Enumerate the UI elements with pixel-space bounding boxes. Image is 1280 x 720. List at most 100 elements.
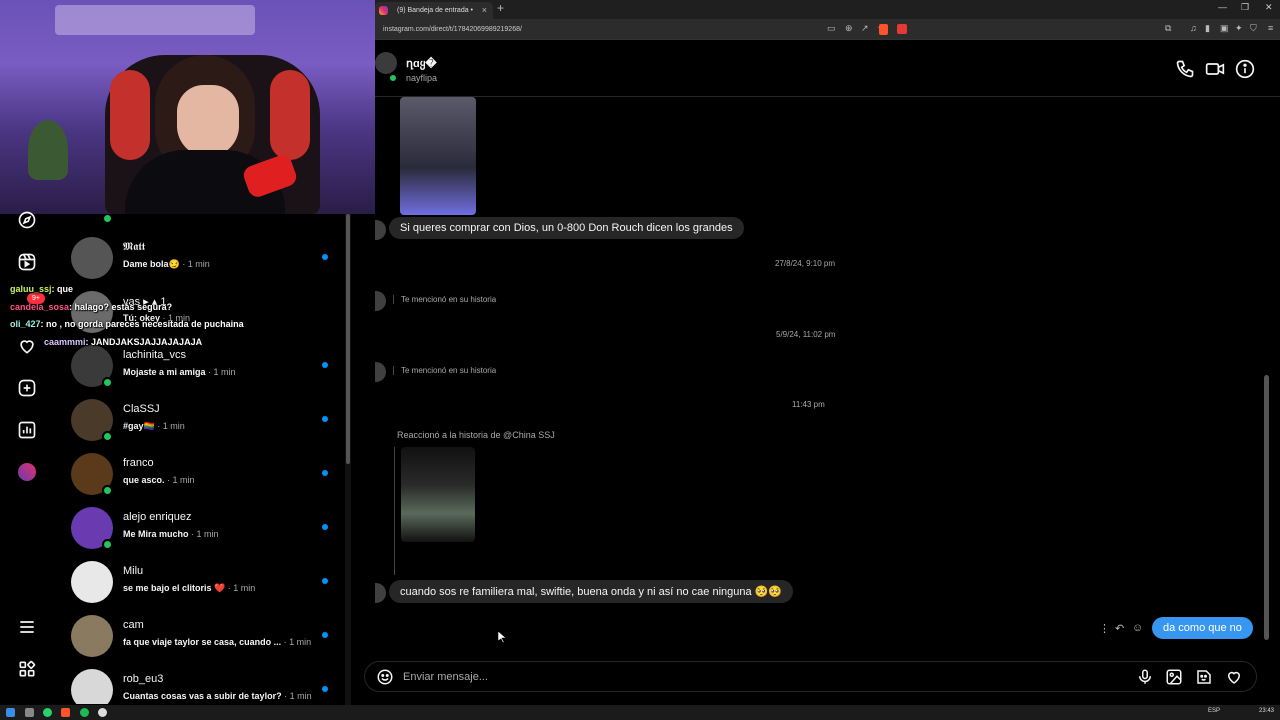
unread-dot (322, 686, 328, 692)
story-reaction-label: Reaccionó a la historia de @China SSJ (397, 430, 555, 440)
spotify-icon[interactable] (80, 708, 89, 717)
chat-list-item[interactable]: Milu se me bajo el clitoris ❤️ · 1 min (54, 560, 344, 614)
message-bubble[interactable]: cuando sos re familiera mal, swiftie, bu… (389, 580, 794, 603)
reels-icon[interactable] (14, 249, 40, 275)
chat-list-item[interactable]: cam fa que viaje taylor se casa, cuando .… (54, 614, 344, 668)
language-indicator[interactable]: ESP (1208, 708, 1220, 714)
chat-preview: Dame bola😏 · 1 min (123, 259, 210, 269)
tab-close-button[interactable]: × (482, 2, 487, 19)
file-explorer-icon[interactable] (25, 708, 34, 717)
obs-icon[interactable] (98, 708, 107, 717)
chat-time: · 1 min (284, 691, 312, 701)
chat-list-item[interactable]: 𝕸𝖆𝖙𝖙 Dame bola😏 · 1 min (54, 236, 344, 290)
conversation-header: ղɑყ� nayflipa (375, 40, 1280, 97)
chat-time: · 1 min (157, 421, 185, 431)
chat-list-item[interactable]: rob_eu3 Cuantas cosas vas a subir de tayl… (54, 668, 344, 704)
my-message-bubble[interactable]: da como que no (1152, 617, 1253, 639)
extensions-icon[interactable]: ⧉ (1165, 23, 1171, 34)
video-call-icon[interactable] (1205, 59, 1225, 79)
story-mention[interactable]: Te mencionó en su historia (393, 295, 496, 304)
unread-dot (322, 470, 328, 476)
share-icon[interactable]: ↗ (861, 23, 869, 34)
contact-username: nayflipa (406, 73, 438, 83)
message-composer: Enviar mensaje... (364, 661, 1257, 692)
zoom-icon[interactable]: ⊕ (845, 23, 853, 34)
reply-icon[interactable]: ↶ (1115, 622, 1124, 635)
menu-icon[interactable] (14, 614, 40, 640)
thread-scrollbar[interactable] (1264, 375, 1269, 640)
story-thumbnail[interactable] (401, 447, 475, 542)
leo-icon[interactable]: ✦ (1235, 23, 1243, 34)
clock[interactable]: 23:43 (1259, 708, 1274, 714)
microphone-icon[interactable] (1136, 668, 1154, 686)
chat-list-item[interactable]: alejo enriquez Me Mira mucho · 1 min (54, 506, 344, 560)
unread-dot (322, 362, 328, 368)
brave-rewards-icon[interactable] (897, 24, 907, 34)
contact-name[interactable]: ղɑყ� (406, 57, 437, 70)
sticker-icon[interactable] (1195, 668, 1213, 686)
minimize-icon[interactable]: — (1218, 2, 1227, 12)
chat-time: · 1 min (208, 367, 236, 377)
message-bubble[interactable]: Si queres comprar con Dios, un 0-800 Don… (389, 217, 744, 239)
wallet-icon[interactable]: ▣ (1220, 23, 1229, 34)
story-thumbnail[interactable] (400, 97, 476, 215)
more-apps-icon[interactable] (14, 656, 40, 682)
chat-preview: fa que viaje taylor se casa, cuando ... … (123, 637, 312, 647)
plant (28, 120, 68, 180)
sender-avatar (375, 362, 386, 382)
chat-list-item[interactable]: lachinita_vcs Mojaste a mi amiga · 1 min (54, 344, 344, 398)
chat-preview: Cuantas cosas vas a subir de taylor? · 1… (123, 691, 312, 701)
gaming-chair-accent (110, 70, 150, 160)
image-icon[interactable] (1165, 668, 1183, 686)
sidebar-icon[interactable]: ▮ (1205, 23, 1210, 34)
music-icon[interactable]: ♫ (1190, 23, 1197, 33)
chat-time: · 1 min (167, 475, 195, 485)
start-icon[interactable] (6, 708, 15, 717)
chat-list-item[interactable]: ClaSSJ #gay🏳️‍🌈 · 1 min (54, 398, 344, 452)
story-mention[interactable]: Te mencionó en su historia (393, 366, 496, 375)
chat-list-item[interactable]: vas ▸ ▴ 1 Tú: okey · 1 min (54, 290, 344, 344)
avatar (71, 615, 113, 657)
online-indicator (102, 485, 113, 496)
new-tab-button[interactable]: + (497, 1, 504, 15)
emoji-icon[interactable] (376, 668, 394, 686)
menu-kebab-icon[interactable]: ≡ (1268, 23, 1273, 33)
chat-list-item[interactable]: franco que asco. · 1 min (54, 452, 344, 506)
timestamp: 5/9/24, 11:02 pm (776, 330, 836, 339)
contact-avatar[interactable] (375, 52, 397, 74)
chat-name: 𝕸𝖆𝖙𝖙 (123, 241, 146, 253)
voice-call-icon[interactable] (1175, 59, 1195, 79)
restore-icon[interactable]: ❐ (1241, 2, 1249, 13)
chat-name: rob_eu3 (123, 673, 164, 685)
unread-dot (322, 524, 328, 530)
more-options-icon[interactable]: ⋮ (1099, 622, 1110, 635)
sender-avatar (375, 583, 386, 603)
browser-tab[interactable]: (9) Bandeja de entrada • Chats × (375, 2, 493, 31)
chat-name: cam (123, 619, 144, 631)
sender-avatar (375, 291, 386, 311)
stream-chat-line: candela_sosa: halago? estás segura? (10, 302, 173, 312)
chat-name: franco (123, 457, 154, 469)
cast-icon[interactable]: ▭ (827, 23, 836, 34)
chat-time: · 1 min (227, 583, 256, 593)
brave-shield-icon[interactable] (879, 24, 888, 35)
chat-time: · 1 min (182, 259, 210, 269)
online-indicator (389, 74, 397, 82)
message-input[interactable]: Enviar mensaje... (403, 671, 488, 683)
vpn-icon[interactable]: ⛉ (1250, 23, 1257, 34)
whatsapp-icon[interactable] (43, 708, 52, 717)
unread-dot (322, 632, 328, 638)
profile-icon[interactable] (14, 459, 40, 485)
react-emoji-icon[interactable]: ☺ (1132, 622, 1143, 634)
brave-icon[interactable] (61, 708, 70, 717)
unread-dot (322, 578, 328, 584)
chat-name: lachinita_vcs (123, 349, 186, 361)
dashboard-icon[interactable] (14, 417, 40, 443)
create-icon[interactable] (14, 375, 40, 401)
like-heart-icon[interactable] (1225, 668, 1243, 686)
info-icon[interactable] (1235, 59, 1255, 79)
explore-icon[interactable] (14, 207, 40, 233)
chat-list-scroll-thumb[interactable] (346, 214, 350, 464)
gaming-chair-accent (270, 70, 310, 160)
close-window-icon[interactable]: ✕ (1265, 2, 1273, 13)
